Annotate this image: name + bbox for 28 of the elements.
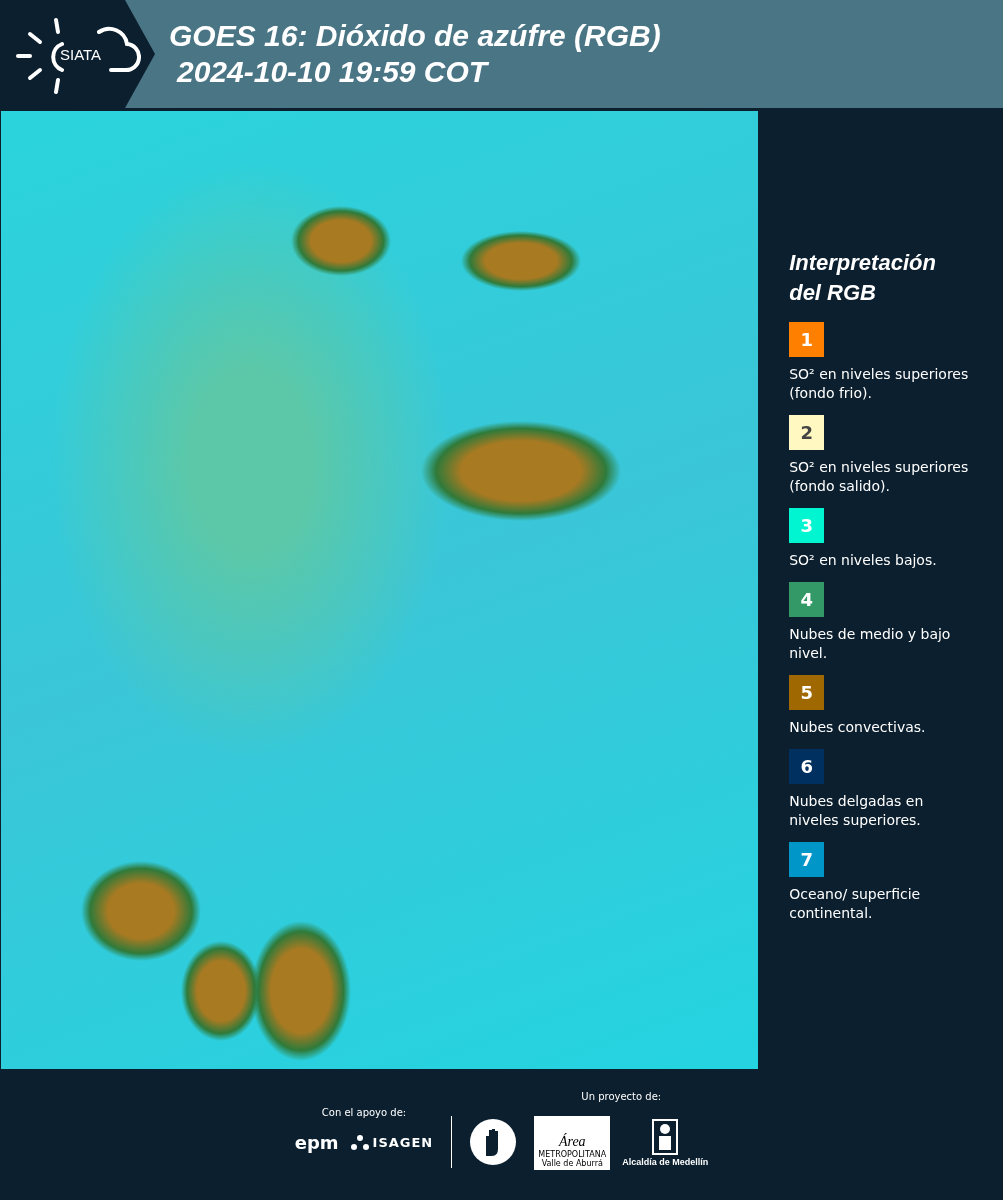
sponsor-logo: ISAGEN xyxy=(372,1135,434,1150)
logo-text: Alcaldía de Medellín xyxy=(622,1156,709,1167)
triskelion-icon xyxy=(350,1134,369,1151)
legend-swatch: 7 xyxy=(789,842,825,877)
legend-swatch: 4 xyxy=(789,582,825,617)
sponsor-logo: epm xyxy=(294,1132,339,1153)
support-label: Con el apoyo de: xyxy=(321,1107,407,1118)
legend-swatch: 6 xyxy=(789,749,825,784)
legend-label: SO² en niveles superiores (fondo frio). xyxy=(789,365,969,403)
logo-text: Valle de Aburrá xyxy=(541,1158,603,1168)
legend-swatch: 1 xyxy=(789,322,825,357)
legend-swatch: 2 xyxy=(789,415,825,450)
legend-label: Nubes convectivas. xyxy=(789,718,927,737)
legend-label: Oceano/ superficie continental. xyxy=(789,885,922,923)
coat-of-arms-icon xyxy=(652,1118,679,1155)
legend-label: SO² en niveles bajos. xyxy=(789,551,938,570)
legend-label: Nubes delgadas en niveles superiores. xyxy=(789,792,925,830)
legend-title: Interpretación del RGB xyxy=(789,249,937,307)
legend-swatch: 3 xyxy=(789,508,825,543)
logo-text: METROPOLITANA xyxy=(538,1149,607,1159)
logo-wordmark: SIATA xyxy=(60,45,102,63)
project-label: Un proyecto de: xyxy=(581,1090,662,1102)
legend-label: SO² en niveles superiores (fondo salido). xyxy=(789,458,969,496)
timestamp: 2024-10-10 19:59 COT xyxy=(175,54,490,90)
legend-label: Nubes de medio y bajo nivel. xyxy=(789,625,952,663)
logo-text: Área xyxy=(558,1133,586,1150)
legend-swatch: 5 xyxy=(789,675,825,710)
page-title: GOES 16: Dióxido de azúfre (RGB) xyxy=(169,18,661,54)
